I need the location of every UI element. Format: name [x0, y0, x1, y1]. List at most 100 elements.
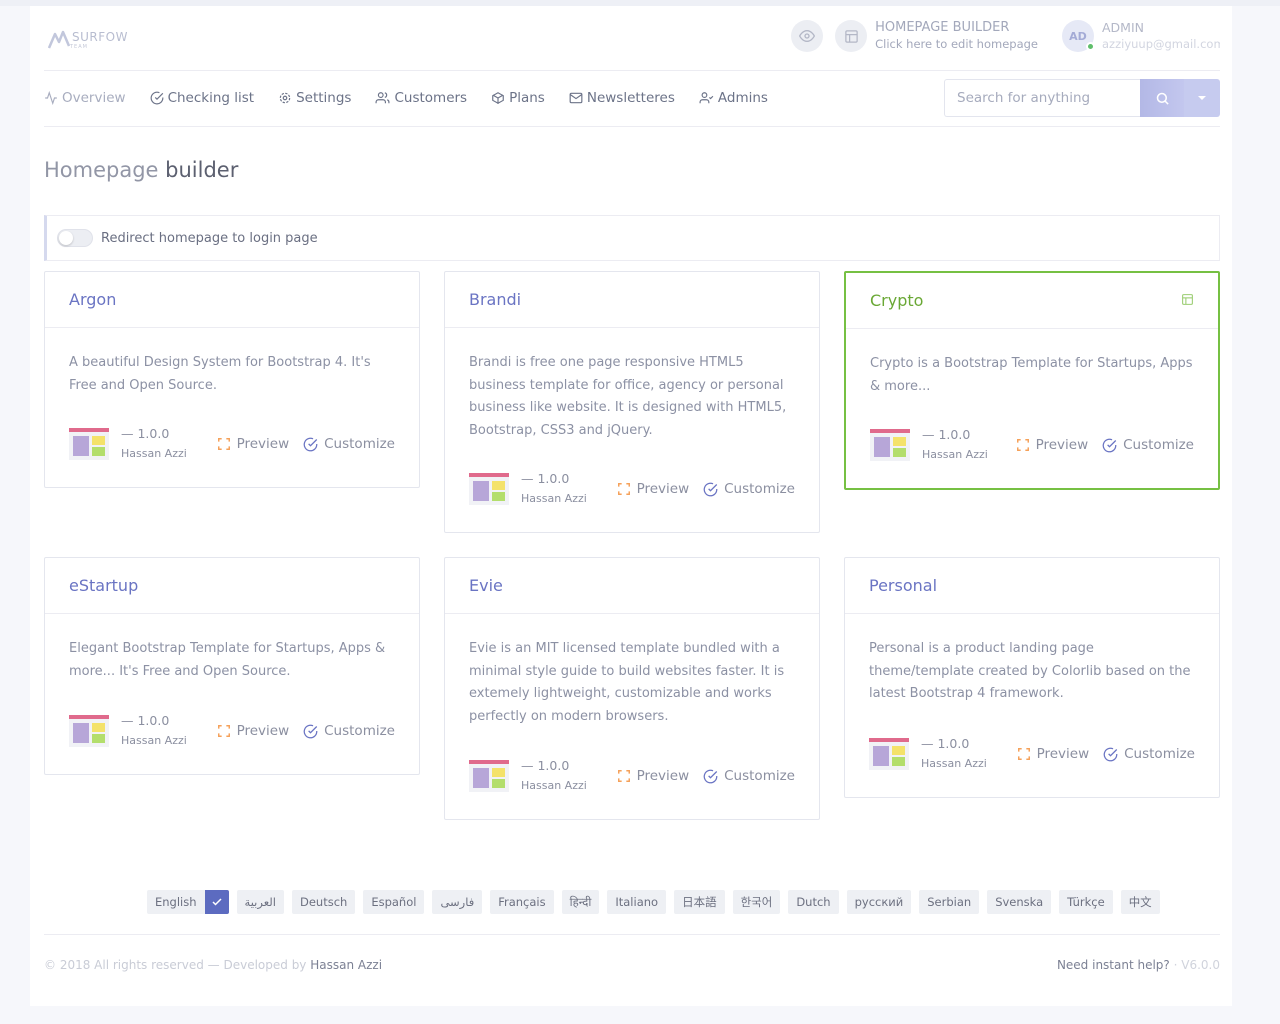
preview-button[interactable]: Preview	[217, 723, 289, 739]
customize-button[interactable]: Customize	[703, 481, 795, 497]
template-thumbnail-icon	[469, 760, 509, 792]
card-footer: — 1.0.0 Hassan Azzi Preview Customize	[69, 426, 395, 461]
search-dropdown-button[interactable]	[1184, 79, 1220, 117]
card-title: eStartup	[69, 576, 139, 595]
template-version: — 1.0.0	[121, 426, 170, 441]
page-title: Homepage builder	[44, 158, 239, 182]
nav-item-checking-list[interactable]: Checking list	[150, 90, 254, 106]
activity-icon	[45, 91, 57, 105]
check-circle-icon	[703, 482, 718, 496]
card-description: Brandi is free one page responsive HTML5…	[469, 355, 787, 438]
template-author: Hassan Azzi	[121, 447, 187, 460]
language-option[interactable]: русский	[846, 890, 912, 914]
developer-link[interactable]: Hassan Azzi	[310, 958, 382, 972]
fullscreen-icon	[217, 725, 230, 737]
check-circle-icon	[150, 91, 163, 105]
fullscreen-icon	[617, 770, 630, 782]
card-footer: — 1.0.0 Hassan Azzi Preview Customize	[469, 758, 795, 793]
preview-button[interactable]: Preview	[217, 436, 289, 452]
template-card-argon: Argon A beautiful Design System for Boots…	[44, 271, 420, 488]
preview-button[interactable]: Preview	[1016, 437, 1088, 453]
homepage-builder-link[interactable]: HOMEPAGE BUILDER Click here to edit home…	[835, 20, 1038, 52]
template-version: — 1.0.0	[121, 713, 170, 728]
avatar: AD	[1062, 20, 1095, 52]
layout-icon	[844, 29, 858, 43]
language-option[interactable]: Serbian	[919, 890, 980, 914]
fullscreen-icon	[1017, 748, 1030, 760]
template-card-brandi: Brandi Brandi is free one page responsive…	[444, 271, 820, 533]
search-icon	[1156, 92, 1169, 105]
fullscreen-icon	[217, 438, 230, 450]
gear-icon	[279, 92, 291, 104]
redirect-toggle[interactable]	[57, 229, 93, 247]
nav-item-admins[interactable]: Admins	[699, 90, 768, 106]
card-description: Evie is an MIT licensed template bundled…	[469, 641, 785, 724]
nav-item-newsletters[interactable]: Newsletteres	[569, 90, 675, 106]
header: SURFOW TEAM HOMEPAGE BUILDER Click here …	[44, 6, 1220, 71]
user-check-icon	[699, 92, 714, 104]
card-description: Elegant Bootstrap Template for Startups,…	[69, 641, 386, 679]
template-thumbnail-icon	[869, 738, 909, 770]
customize-button[interactable]: Customize	[303, 436, 395, 452]
template-version: — 1.0.0	[921, 736, 970, 751]
redirect-setting: Redirect homepage to login page	[44, 215, 1220, 261]
card-description: Personal is a product landing page theme…	[869, 641, 1191, 701]
customize-button[interactable]: Customize	[1103, 746, 1195, 762]
card-title: Crypto	[870, 291, 924, 310]
card-footer: — 1.0.0 Hassan Azzi Preview Customize	[469, 471, 795, 506]
preview-button[interactable]: Preview	[617, 481, 689, 497]
logo[interactable]: SURFOW TEAM	[48, 26, 128, 50]
nav-item-overview[interactable]: Overview	[44, 90, 126, 106]
preview-button[interactable]: Preview	[617, 768, 689, 784]
language-option[interactable]: Italiano	[607, 890, 667, 914]
search-button[interactable]	[1140, 79, 1184, 117]
language-option[interactable]: فارسی	[432, 890, 483, 914]
search-input[interactable]	[944, 79, 1140, 117]
customize-button[interactable]: Customize	[1102, 437, 1194, 453]
language-option[interactable]: हिन्दी	[561, 890, 600, 914]
language-option[interactable]: 한국어	[732, 890, 781, 914]
logo-icon	[48, 30, 70, 49]
language-option[interactable]: 中文	[1120, 890, 1160, 914]
customize-button[interactable]: Customize	[303, 723, 395, 739]
nav-item-customers[interactable]: Customers	[375, 90, 467, 106]
language-option[interactable]: Dutch	[788, 890, 839, 914]
logo-text: SURFOW	[72, 30, 128, 44]
builder-title: HOMEPAGE BUILDER	[875, 20, 1010, 35]
template-card-crypto: Crypto Crypto is a Bootstrap Template for…	[844, 271, 1220, 490]
nav-item-settings[interactable]: Settings	[278, 90, 351, 106]
footer-copyright: © 2018 All rights reserved — Developed b…	[44, 958, 383, 972]
language-option[interactable]: Español	[363, 890, 425, 914]
customize-button[interactable]: Customize	[703, 768, 795, 784]
check-circle-icon	[1103, 747, 1118, 761]
builder-subtitle: Click here to edit homepage	[875, 37, 1038, 51]
box-icon	[492, 92, 504, 104]
footer-divider	[44, 934, 1220, 935]
language-option[interactable]: English	[147, 890, 229, 914]
online-status-dot	[1086, 42, 1095, 51]
card-header: Personal	[845, 558, 1219, 614]
nav-item-plans[interactable]: Plans	[491, 90, 545, 106]
fullscreen-icon	[617, 483, 630, 495]
search-bar	[944, 79, 1220, 117]
language-option[interactable]: Türkçe	[1059, 890, 1113, 914]
users-icon	[375, 92, 390, 104]
template-author: Hassan Azzi	[922, 448, 988, 461]
template-thumbnail-icon	[870, 429, 910, 461]
eye-icon	[799, 29, 816, 43]
language-option[interactable]: Français	[490, 890, 554, 914]
language-option[interactable]: Deutsch	[291, 890, 356, 914]
language-option[interactable]: 日本語	[674, 890, 725, 914]
admin-menu[interactable]: AD ADMIN azziyuup@gmail.com	[1062, 20, 1220, 52]
view-site-button[interactable]	[791, 20, 824, 52]
app-container: SURFOW TEAM HOMEPAGE BUILDER Click here …	[30, 6, 1232, 1006]
preview-button[interactable]: Preview	[1017, 746, 1089, 762]
card-description: A beautiful Design System for Bootstrap …	[69, 355, 371, 393]
card-footer: — 1.0.0 Hassan Azzi Preview Customize	[869, 736, 1195, 771]
card-footer: — 1.0.0 Hassan Azzi Preview Customize	[69, 713, 395, 748]
help-link[interactable]: Need instant help?	[1057, 958, 1170, 972]
language-option[interactable]: العربية	[236, 890, 284, 914]
chevron-down-icon	[1198, 96, 1206, 100]
language-option[interactable]: Svenska	[987, 890, 1052, 914]
app-version: V6.0.0	[1181, 958, 1220, 972]
